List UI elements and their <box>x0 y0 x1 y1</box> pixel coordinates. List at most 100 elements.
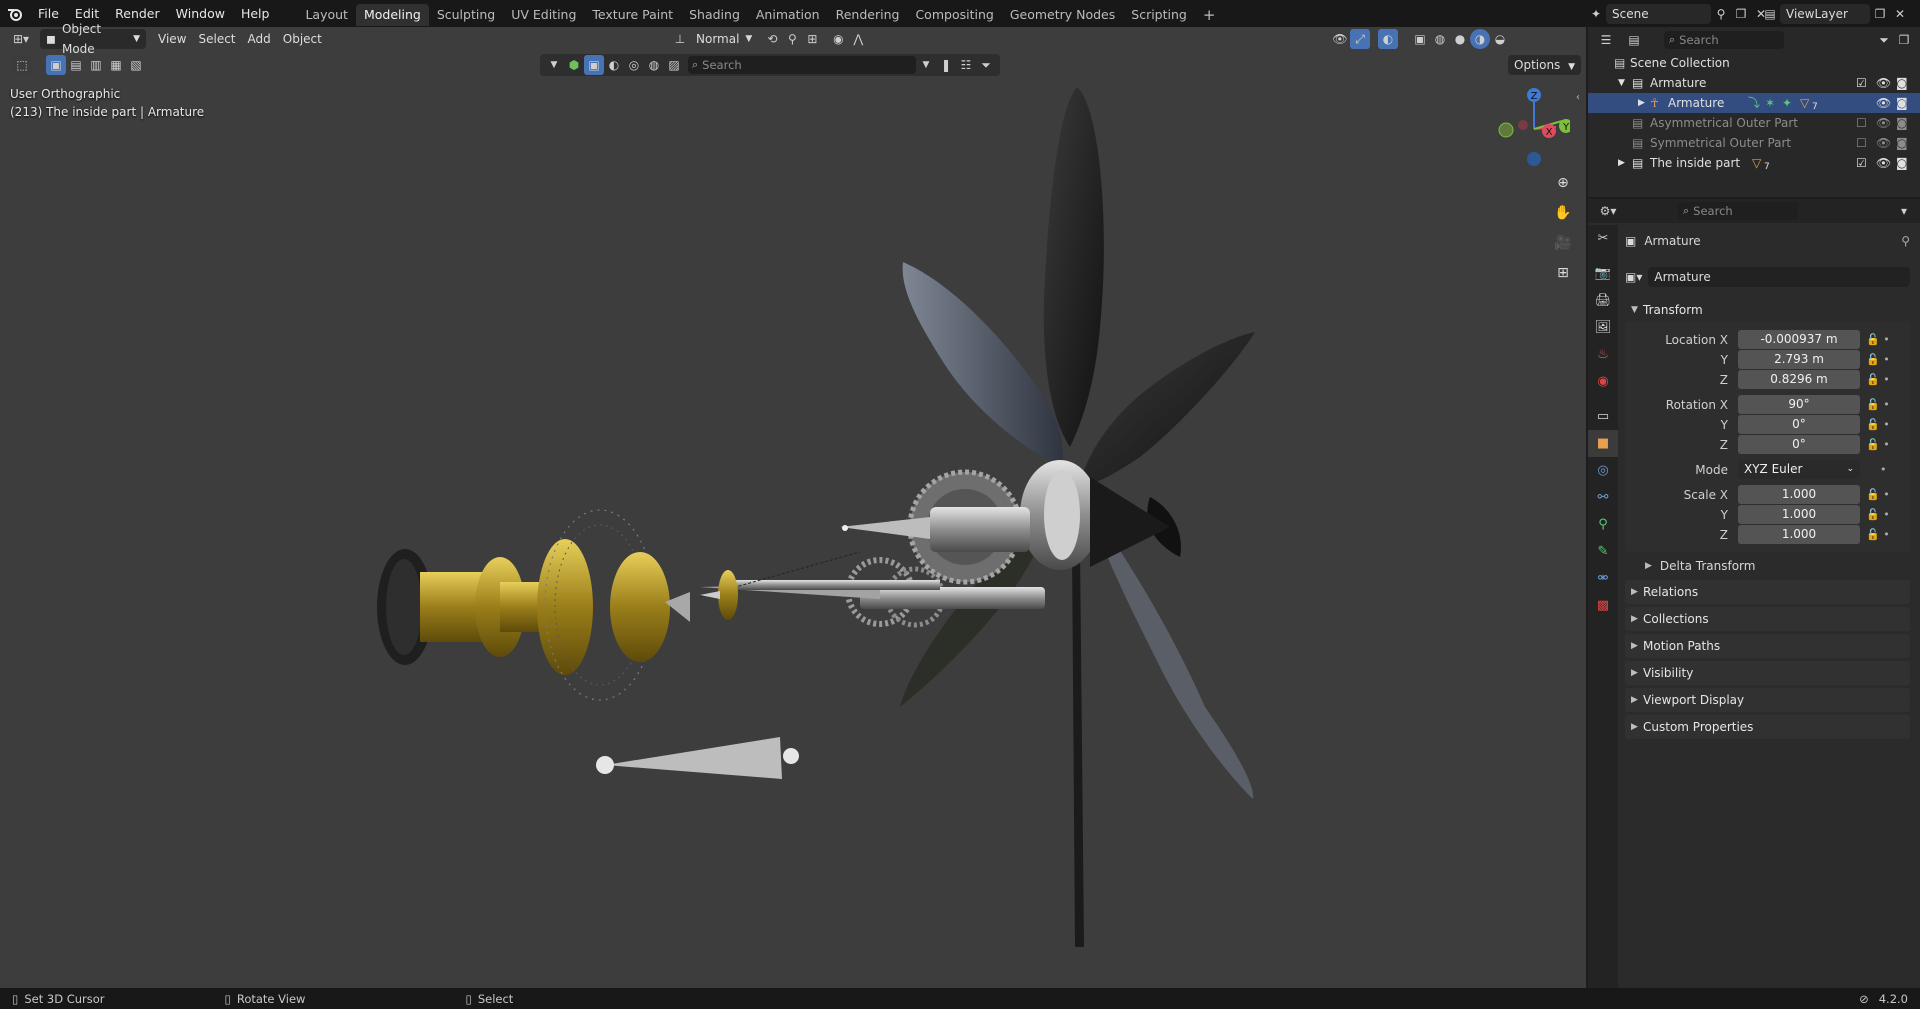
scene-name-field[interactable]: Scene <box>1606 3 1711 24</box>
pivot-icon[interactable]: ⟲ <box>762 29 782 49</box>
zoom-icon[interactable]: ⊕ <box>1550 170 1576 196</box>
rotation-mode-select[interactable]: XYZ Euler ⌄ <box>1738 460 1860 479</box>
menu-view[interactable]: View <box>152 29 192 49</box>
subtract-selection-icon[interactable]: ▥ <box>86 55 106 75</box>
menu-add[interactable]: Add <box>242 29 277 49</box>
tool-tab-icon[interactable]: ✂ <box>1588 225 1618 252</box>
output-tab-icon[interactable]: 🖨 <box>1588 287 1618 314</box>
outliner-search-input[interactable]: ⌕ Search <box>1664 31 1784 49</box>
lock-icon[interactable]: 🔓 • <box>1866 435 1896 455</box>
sphere-filter-icon[interactable]: ◐ <box>604 55 624 75</box>
object-tab-icon[interactable]: ■ <box>1588 430 1618 457</box>
gizmo-neg-x-axis[interactable] <box>1518 120 1528 130</box>
properties-search-input[interactable]: ⌕ Search <box>1678 202 1798 220</box>
gizmo-neg-z-axis[interactable] <box>1527 152 1541 166</box>
filter-funnel-icon[interactable]: ⏷ <box>1874 30 1894 50</box>
tab-uv-editing[interactable]: UV Editing <box>503 4 584 26</box>
globe-filter-icon[interactable]: ◍ <box>644 55 664 75</box>
proportional-edit-icon[interactable]: ◉ <box>828 29 848 49</box>
lock-icon[interactable]: 🔓 • <box>1866 505 1896 525</box>
location-y-field[interactable]: 2.793 m <box>1738 350 1860 369</box>
lock-icon[interactable]: 🔓 • <box>1866 330 1896 350</box>
display-mode-icon[interactable]: ☰ <box>1596 30 1616 50</box>
keyframe-dot-icon[interactable]: • <box>1866 460 1896 480</box>
wireframe-shading-icon[interactable]: ◍ <box>1430 29 1450 49</box>
eye-icon[interactable]: 👁 <box>1876 73 1891 93</box>
tab-scripting[interactable]: Scripting <box>1123 4 1195 26</box>
eye-icon[interactable]: 👁 <box>1876 153 1891 173</box>
pin-icon[interactable]: ⚲ <box>1711 4 1731 24</box>
lock-icon[interactable]: 🔓 • <box>1866 415 1896 435</box>
display-mode-icon[interactable]: ☷ <box>956 55 976 75</box>
pan-hand-icon[interactable]: ✋ <box>1550 200 1576 226</box>
rotation-z-field[interactable]: 0° <box>1738 435 1860 454</box>
location-z-field[interactable]: 0.8296 m <box>1738 370 1860 389</box>
checkbox-checked-icon[interactable]: ☑ <box>1856 153 1867 173</box>
navigation-gizmo[interactable]: Z Y X <box>1490 85 1570 167</box>
view-layer-tab-icon[interactable]: 🖼 <box>1588 314 1618 341</box>
rotation-y-field[interactable]: 0° <box>1738 415 1860 434</box>
blender-logo-icon[interactable] <box>0 0 30 27</box>
bone-constraint-tab-icon[interactable]: ⚮ <box>1588 565 1618 592</box>
menu-help[interactable]: Help <box>233 0 278 27</box>
sidebar-toggle-icon[interactable]: ‹ <box>1576 92 1580 103</box>
transform-panel-header[interactable]: ▼ Transform <box>1625 298 1910 322</box>
torus-filter-icon[interactable]: ◎ <box>624 55 644 75</box>
outliner-row-the-inside-part[interactable]: ▶ ▤ The inside part ▽ 7 ☑ 👁 ◙ <box>1588 153 1920 173</box>
scale-x-field[interactable]: 1.000 <box>1738 485 1860 504</box>
rendered-shading-icon[interactable]: ◒ <box>1490 29 1510 49</box>
editor-type-icon[interactable]: ⚙▾ <box>1598 201 1618 221</box>
bone-tab-icon[interactable]: ✎ <box>1588 538 1618 565</box>
eye-icon[interactable]: 👁 <box>1876 113 1891 133</box>
chevron-down-icon[interactable]: ▾ <box>1894 201 1914 221</box>
bookmark-icon[interactable]: ❚ <box>936 55 956 75</box>
xray-icon[interactable]: ▣ <box>1410 29 1430 49</box>
outliner-row-asymmetrical-outer-part[interactable]: ▤ Asymmetrical Outer Part ☐ 👁 ◙ <box>1588 113 1920 133</box>
overlay-toggle-icon[interactable]: ◐ <box>1378 29 1398 49</box>
image-filter-icon[interactable]: ▨ <box>664 55 684 75</box>
lock-icon[interactable]: 🔓 • <box>1866 525 1896 545</box>
location-x-field[interactable]: -0.000937 m <box>1738 330 1860 349</box>
lock-icon[interactable]: 🔓 • <box>1866 350 1896 370</box>
solid-shading-icon[interactable]: ● <box>1450 29 1470 49</box>
tab-texture-paint[interactable]: Texture Paint <box>584 4 681 26</box>
world-tab-icon[interactable]: ◉ <box>1588 368 1618 395</box>
box-filter-icon[interactable]: ▣ <box>584 55 604 75</box>
physics-tab-icon[interactable]: ◎ <box>1588 457 1618 484</box>
view-layer-selector[interactable]: ▤ ViewLayer ❐ ✕ <box>1760 3 1910 24</box>
extend-selection-icon[interactable]: ▤ <box>66 55 86 75</box>
tab-animation[interactable]: Animation <box>748 4 828 26</box>
chevron-right-icon[interactable]: ▶ <box>1618 153 1625 173</box>
camera-icon[interactable]: ◙ <box>1896 153 1908 173</box>
scene-selector[interactable]: ✦ Scene ⚲ ❐ ✕ <box>1586 3 1771 24</box>
camera-icon[interactable]: ◙ <box>1896 93 1908 113</box>
custom-properties-panel-header[interactable]: ▶ Custom Properties <box>1625 715 1910 739</box>
data-name-field[interactable]: Armature <box>1648 267 1910 287</box>
filter-funnel-icon[interactable]: ⏷ <box>976 55 996 75</box>
armature-data-tab-icon[interactable]: ⚲ <box>1588 511 1618 538</box>
outliner-row-symmetrical-outer-part[interactable]: ▤ Symmetrical Outer Part ☐ 👁 ◙ <box>1588 133 1920 153</box>
camera-icon[interactable]: ◙ <box>1896 133 1908 153</box>
outliner-row-armature-object[interactable]: ▶ ☥ Armature ⤵ ✶ ✦ ▽ 7 👁 ◙ <box>1588 93 1920 113</box>
new-scene-icon[interactable]: ❐ <box>1731 4 1751 24</box>
material-shading-icon[interactable]: ◑ <box>1470 29 1490 49</box>
delete-view-layer-icon[interactable]: ✕ <box>1890 4 1910 24</box>
tab-shading[interactable]: Shading <box>681 4 748 26</box>
view-layer-name-field[interactable]: ViewLayer <box>1780 3 1870 24</box>
chevron-down-icon[interactable]: ▼ <box>544 55 564 75</box>
options-button[interactable]: Options ▼ <box>1508 55 1582 75</box>
snap-grid-icon[interactable]: ⊞ <box>802 29 822 49</box>
tab-modeling[interactable]: Modeling <box>355 3 429 26</box>
rotation-x-field[interactable]: 90° <box>1738 395 1860 414</box>
collections-panel-header[interactable]: ▶ Collections <box>1625 607 1910 631</box>
new-collection-icon[interactable]: ❐ <box>1894 30 1914 50</box>
view-options-icon[interactable]: ▤ <box>1624 30 1644 50</box>
mode-selector[interactable]: ◼ Object Mode ▼ <box>40 22 146 56</box>
texture-tab-icon[interactable]: ▩ <box>1588 592 1618 619</box>
tab-layout[interactable]: Layout <box>297 4 356 26</box>
chevron-down-icon[interactable]: ▼ <box>916 55 936 75</box>
grid-view-icon[interactable]: ⊞ <box>1550 260 1576 286</box>
menu-object[interactable]: Object <box>277 29 328 49</box>
menu-window[interactable]: Window <box>168 0 233 27</box>
outliner-row-armature-collection[interactable]: ▼ ▤ Armature ☑ 👁 ◙ <box>1588 73 1920 93</box>
